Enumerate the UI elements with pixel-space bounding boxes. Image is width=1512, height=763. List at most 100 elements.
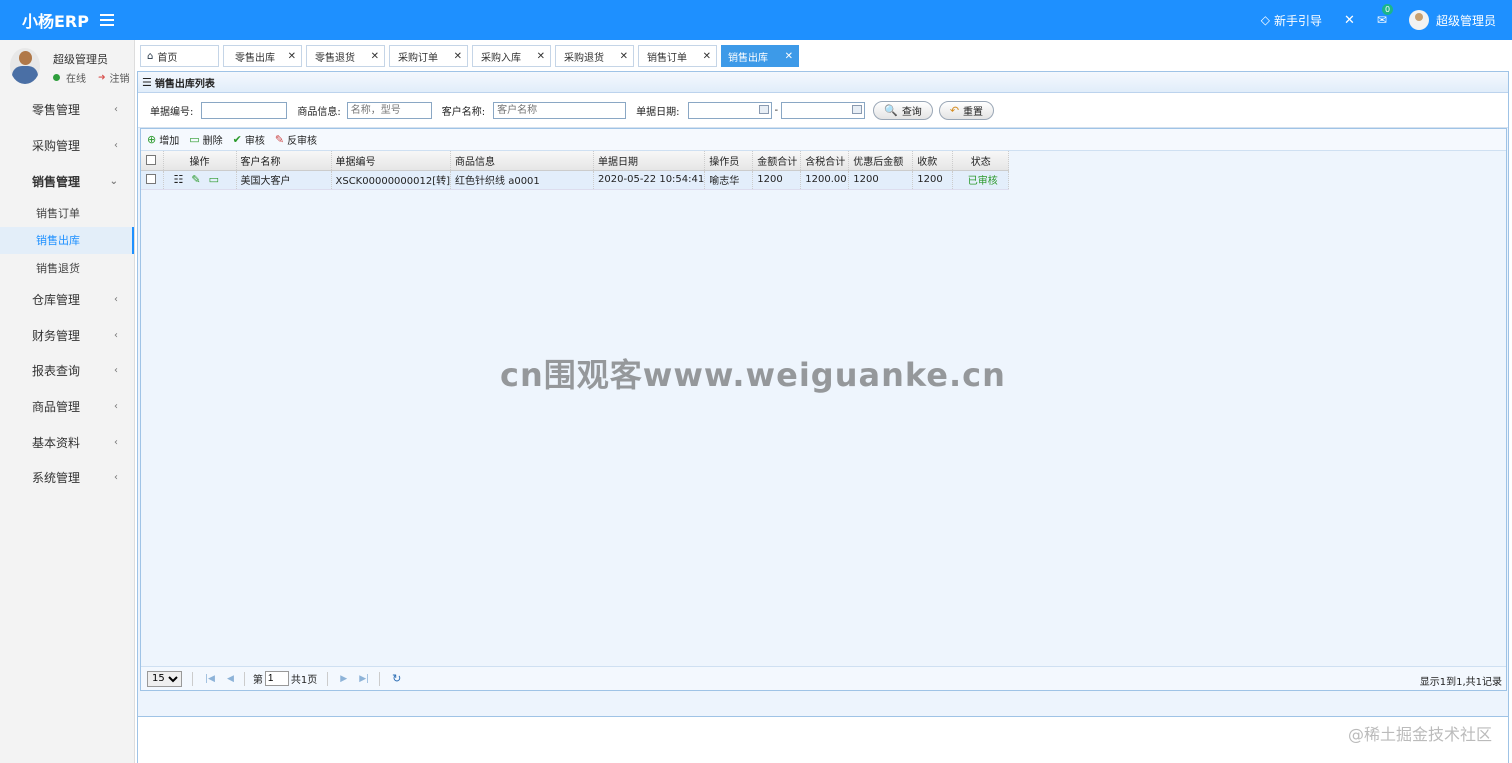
table-row[interactable]: ☷ ✎ ▭ 美国大客户 XSCK00000000012[转] 红色针织线 a00…	[141, 170, 1010, 190]
sidebar-item-goods[interactable]: 商品管理 ‹	[0, 389, 134, 425]
refresh-icon[interactable]: ↻	[392, 672, 401, 685]
column-header[interactable]: 收款	[912, 151, 954, 171]
column-header[interactable]: 单据编号	[331, 151, 452, 171]
sidebar-item-system[interactable]: 系统管理 ‹	[0, 460, 134, 496]
fullscreen-icon: ✕	[1344, 12, 1355, 28]
row-actions: ☷ ✎ ▭	[163, 170, 237, 190]
column-header[interactable]: 优惠后金额	[848, 151, 914, 171]
sidebar-item-sales[interactable]: 销售管理 ⌄	[0, 163, 134, 199]
detail-list-icon[interactable]: ☷	[174, 173, 184, 186]
last-page-icon[interactable]: ▶|	[359, 674, 369, 684]
goods-cell: 红色针织线 a0001	[450, 170, 595, 190]
tab-home[interactable]: ⌂ 首页	[140, 45, 219, 67]
sidebar-item-reports[interactable]: 报表查询 ‹	[0, 353, 134, 389]
outbound-table: 操作 客户名称 单据编号 商品信息 单据日期 操作员 金额合计 含税合计 优惠后…	[141, 151, 1010, 190]
close-icon[interactable]: ✕	[537, 51, 545, 62]
sidebar-item-finance[interactable]: 财务管理 ‹	[0, 317, 134, 353]
column-header[interactable]: 操作员	[704, 151, 754, 171]
logout-link[interactable]: 注销	[110, 70, 130, 85]
chevron-left-icon: ‹	[114, 140, 118, 152]
delete-icon[interactable]: ▭	[209, 173, 219, 186]
page-total: 共1页	[290, 675, 318, 686]
page-number-input[interactable]	[264, 671, 289, 686]
tab-purchase-return[interactable]: 采购退货 ✕	[555, 45, 634, 67]
minus-icon: ▭	[189, 133, 200, 146]
unaudit-button[interactable]: ✎ 反审核	[275, 132, 317, 147]
column-header[interactable]: 状态	[952, 151, 1010, 171]
query-button[interactable]: 🔍 查询	[873, 100, 933, 120]
next-page-icon[interactable]: ▶	[340, 674, 347, 684]
column-header[interactable]: 商品信息	[450, 151, 595, 171]
edit-pencil-icon[interactable]: ✎	[191, 173, 200, 186]
sidebar-item-retail[interactable]: 零售管理 ‹	[0, 92, 134, 128]
close-icon[interactable]: ✕	[288, 51, 296, 62]
tab-purchase-inbound[interactable]: 采购入库 ✕	[472, 45, 551, 67]
goods-label: 商品信息:	[297, 106, 341, 118]
chevron-left-icon: ‹	[114, 365, 118, 377]
data-grid: ⊕ 增加 ▭ 删除 ✔ 审核 ✎ 反审核 操作 客户名称 单据编号 商品信息 单据日期 …	[140, 128, 1507, 691]
bill-no-input[interactable]	[201, 101, 288, 119]
row-checkbox[interactable]	[146, 174, 156, 184]
sidebar-item-purchase[interactable]: 采购管理 ‹	[0, 128, 134, 164]
tab-label: 零售退货	[315, 52, 355, 64]
customer-label: 客户名称:	[441, 106, 486, 118]
sidebar-subitem-sales-outbound[interactable]: 销售出库	[0, 226, 134, 255]
sidebar-subitem-sales-order[interactable]: 销售订单	[0, 199, 134, 227]
prev-page-icon[interactable]: ◀	[227, 674, 234, 684]
menu-toggle-icon[interactable]	[100, 14, 114, 26]
close-icon[interactable]: ✕	[620, 51, 628, 62]
first-page-icon[interactable]: |◀	[205, 674, 215, 684]
select-all-cell	[141, 151, 164, 171]
sidebar-item-label: 系统管理	[32, 471, 81, 486]
tab-sales-outbound[interactable]: 销售出库 ✕	[721, 45, 799, 67]
calendar-icon[interactable]	[758, 104, 769, 114]
delete-label: 删除	[202, 136, 223, 147]
close-icon[interactable]: ✕	[785, 51, 793, 62]
date-label: 单据日期:	[636, 106, 680, 118]
column-header[interactable]: 金额合计	[752, 151, 802, 171]
tab-label: 零售出库	[235, 52, 275, 64]
audit-label: 审核	[244, 136, 265, 147]
close-icon[interactable]: ✕	[454, 51, 462, 62]
sidebar-item-label: 商品管理	[32, 399, 81, 414]
close-icon[interactable]: ✕	[371, 51, 379, 62]
tab-purchase-order[interactable]: 采购订单 ✕	[389, 45, 468, 67]
tab-bar: ⌂ 首页 零售出库 ✕ 零售退货 ✕ 采购订单 ✕ 采购入库 ✕ 采购退货 ✕ 销售订单 ✕ …	[140, 45, 803, 67]
delete-button[interactable]: ▭ 删除	[189, 132, 222, 147]
chevron-left-icon: ‹	[114, 472, 118, 484]
sidebar-item-label: 采购管理	[32, 139, 81, 154]
user-menu[interactable]: 超级管理员	[1408, 10, 1496, 30]
guide-button[interactable]: ◇ 新手引导	[1261, 12, 1322, 29]
select-all-checkbox[interactable]	[146, 154, 156, 165]
column-header[interactable]: 客户名称	[236, 151, 332, 171]
calendar-icon[interactable]	[852, 104, 863, 114]
column-header[interactable]: 单据日期	[593, 151, 706, 171]
fullscreen-button[interactable]: ✕	[1344, 13, 1355, 28]
divider	[192, 671, 193, 686]
reset-label: 重置	[963, 106, 984, 118]
customer-input[interactable]	[493, 101, 627, 119]
sidebar-item-basic[interactable]: 基本资料 ‹	[0, 424, 134, 460]
tab-sales-order[interactable]: 销售订单 ✕	[638, 45, 717, 67]
discounted-cell: 1200	[848, 170, 914, 190]
sidebar-item-warehouse[interactable]: 仓库管理 ‹	[0, 282, 134, 318]
operator-cell: 喻志华	[704, 170, 754, 190]
add-label: 增加	[159, 136, 180, 147]
page-size-select[interactable]: 15	[147, 670, 182, 687]
user-name: 超级管理员	[1435, 13, 1496, 28]
panel-title: 销售出库列表	[154, 78, 215, 90]
close-icon[interactable]: ✕	[703, 51, 711, 62]
mail-button[interactable]: ✉ 0	[1377, 4, 1393, 27]
sidebar-item-label: 基本资料	[32, 435, 81, 450]
tab-retail-outbound[interactable]: 零售出库 ✕	[223, 45, 302, 67]
sidebar-subitem-sales-return[interactable]: 销售退货	[0, 254, 134, 282]
audit-button[interactable]: ✔ 审核	[233, 132, 265, 147]
status-badge: 已审核	[952, 170, 1010, 190]
column-header[interactable]: 含税合计	[800, 151, 850, 171]
reset-icon: ↶	[949, 103, 960, 117]
goods-input[interactable]	[346, 101, 432, 119]
tab-retail-return[interactable]: 零售退货 ✕	[306, 45, 385, 67]
add-button[interactable]: ⊕ 增加	[147, 132, 179, 147]
reset-button[interactable]: ↶ 重置	[938, 100, 995, 120]
chevron-down-icon: ⌄	[109, 175, 118, 187]
